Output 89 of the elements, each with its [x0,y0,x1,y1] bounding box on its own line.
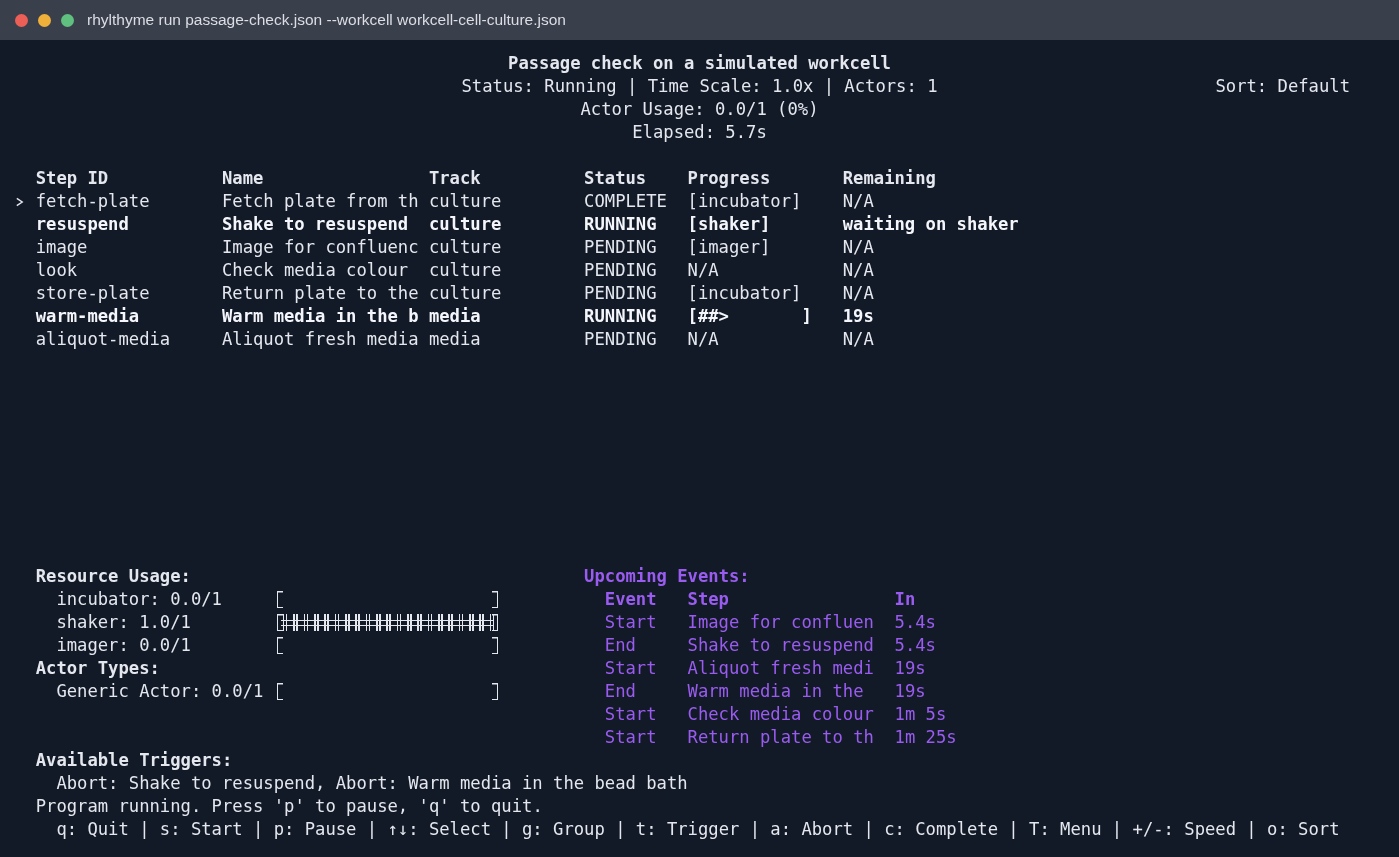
table-cell-text: [incubator] [687,190,803,213]
table-cell-text: Fetch plate from th [221,190,420,213]
trigger-list: Abort: Shake to resuspend, Abort: Warm media in the bead bath [35,772,1399,795]
table-cell-text: Check media colour [221,259,410,282]
table-cell-text: Check media colour [687,703,875,726]
table-cell-text: Warm media in the b [221,305,420,328]
table-cell: 1m 25s [894,726,957,749]
table-cell: 5.4s [894,611,936,634]
table-cell-text: N/A [687,259,720,282]
table-cell-text: Image for confluen [687,611,875,634]
sort-label: Sort: Default [1215,75,1350,98]
table-cell-text: Start [604,611,658,634]
status-message: Program running. Press 'p' to pause, 'q' to quit. [35,795,544,818]
table-cell-text: media [428,305,482,328]
table-cell-text: media [428,328,482,351]
resource-label: incubator: 0.0/1 [56,588,223,611]
column-header: Name [221,167,265,190]
table-cell: 19s [894,680,926,703]
table-cell-text: PENDING [584,236,658,259]
table-cell: 19s [842,305,874,328]
table-cell: 5.4s [894,634,936,657]
section-heading: Resource Usage: [35,565,192,588]
table-cell-text: image [35,236,89,259]
table-cell-text: Image for confluenc [221,236,420,259]
column-header: Step ID [35,167,110,190]
table-cell-text: End [604,680,637,703]
table-cell: N/A [842,282,874,305]
table-cell-text: RUNNING [584,213,658,236]
table-cell-text: RUNNING [584,305,658,328]
column-header: Remaining [842,167,936,190]
table-cell-text: [incubator] [687,282,803,305]
section-heading: Upcoming Events: [584,565,751,588]
table-cell-text: Aliquot fresh media [221,328,420,351]
close-button[interactable] [15,13,28,27]
column-header: Status [584,167,648,190]
table-cell-text: culture [428,190,503,213]
section-heading: Actor Types: [35,657,161,680]
table-cell-text: N/A [687,328,720,351]
table-cell-text: warm-media [35,305,141,328]
table-cell-text: Shake to resuspend [221,213,410,236]
table-cell-text: [shaker] [687,213,772,236]
actor-usage: Actor Usage: 0.0/1 (0%) [580,99,819,119]
column-header: Progress [687,167,772,190]
table-cell-text: PENDING [584,282,658,305]
table-cell-text: Return plate to the [221,282,420,305]
table-cell-text: PENDING [584,259,658,282]
key-hints: q: Quit | s: Start | p: Pause | ↑↓: Select | g: Group | t: Trigger | a: Abort | c: Complete | T: Menu | +/-: Speed | o: Sort [55,818,1341,841]
table-cell-text: resuspend [35,213,130,236]
table-cell: 1m 5s [894,703,947,726]
table-cell-text: culture [428,259,503,282]
table-cell: N/A [842,259,874,282]
table-cell: N/A [842,236,874,259]
table-cell: N/A [842,328,874,351]
table-cell-text: aliquot-media [35,328,172,351]
resource-label: shaker: 1.0/1 [56,611,192,634]
window-title: rhylthyme run passage-check.json --workcell workcell-cell-culture.json [87,11,566,29]
table-cell: waiting on shaker [842,213,1019,236]
table-cell-text: fetch-plate [35,190,151,213]
table-cell-text: PENDING [584,328,658,351]
maximize-button[interactable] [61,13,74,27]
table-cell-text: Warm media in the [687,680,865,703]
table-cell-text: Aliquot fresh medi [687,657,875,680]
table-cell-text: [imager] [687,236,772,259]
table-cell-text: End [604,634,637,657]
column-header: Track [428,167,482,190]
table-cell-text: Shake to resuspend [687,634,875,657]
column-header: Step [687,588,730,611]
table-cell-text: culture [428,282,503,305]
table-cell-text: culture [428,236,503,259]
table-cell-text: Return plate to th [687,726,875,749]
table-cell-text: store-plate [35,282,151,305]
table-cell-text: Start [604,657,658,680]
elapsed-time: Elapsed: 5.7s [632,122,767,142]
table-cell-text: Start [604,703,658,726]
table-cell-text: look [35,259,79,282]
minimize-button[interactable] [38,13,51,27]
table-cell-text: COMPLETE [584,190,668,213]
program-title: Passage check on a simulated workcell [508,53,891,73]
table-cell-text: [##> ] [687,305,813,328]
resource-label: Generic Actor: 0.0/1 [56,680,265,703]
section-heading: Available Triggers: [35,749,234,772]
table-cell-text: Start [604,726,658,749]
status-line: Status: Running | Time Scale: 1.0x | Actors: 1 [461,75,938,98]
table-cell-text: culture [428,213,503,236]
column-header: Event [604,588,658,611]
table-cell: N/A [842,190,874,213]
resource-label: imager: 0.0/1 [56,634,192,657]
column-header: In [894,588,916,611]
table-cell: 19s [894,657,926,680]
